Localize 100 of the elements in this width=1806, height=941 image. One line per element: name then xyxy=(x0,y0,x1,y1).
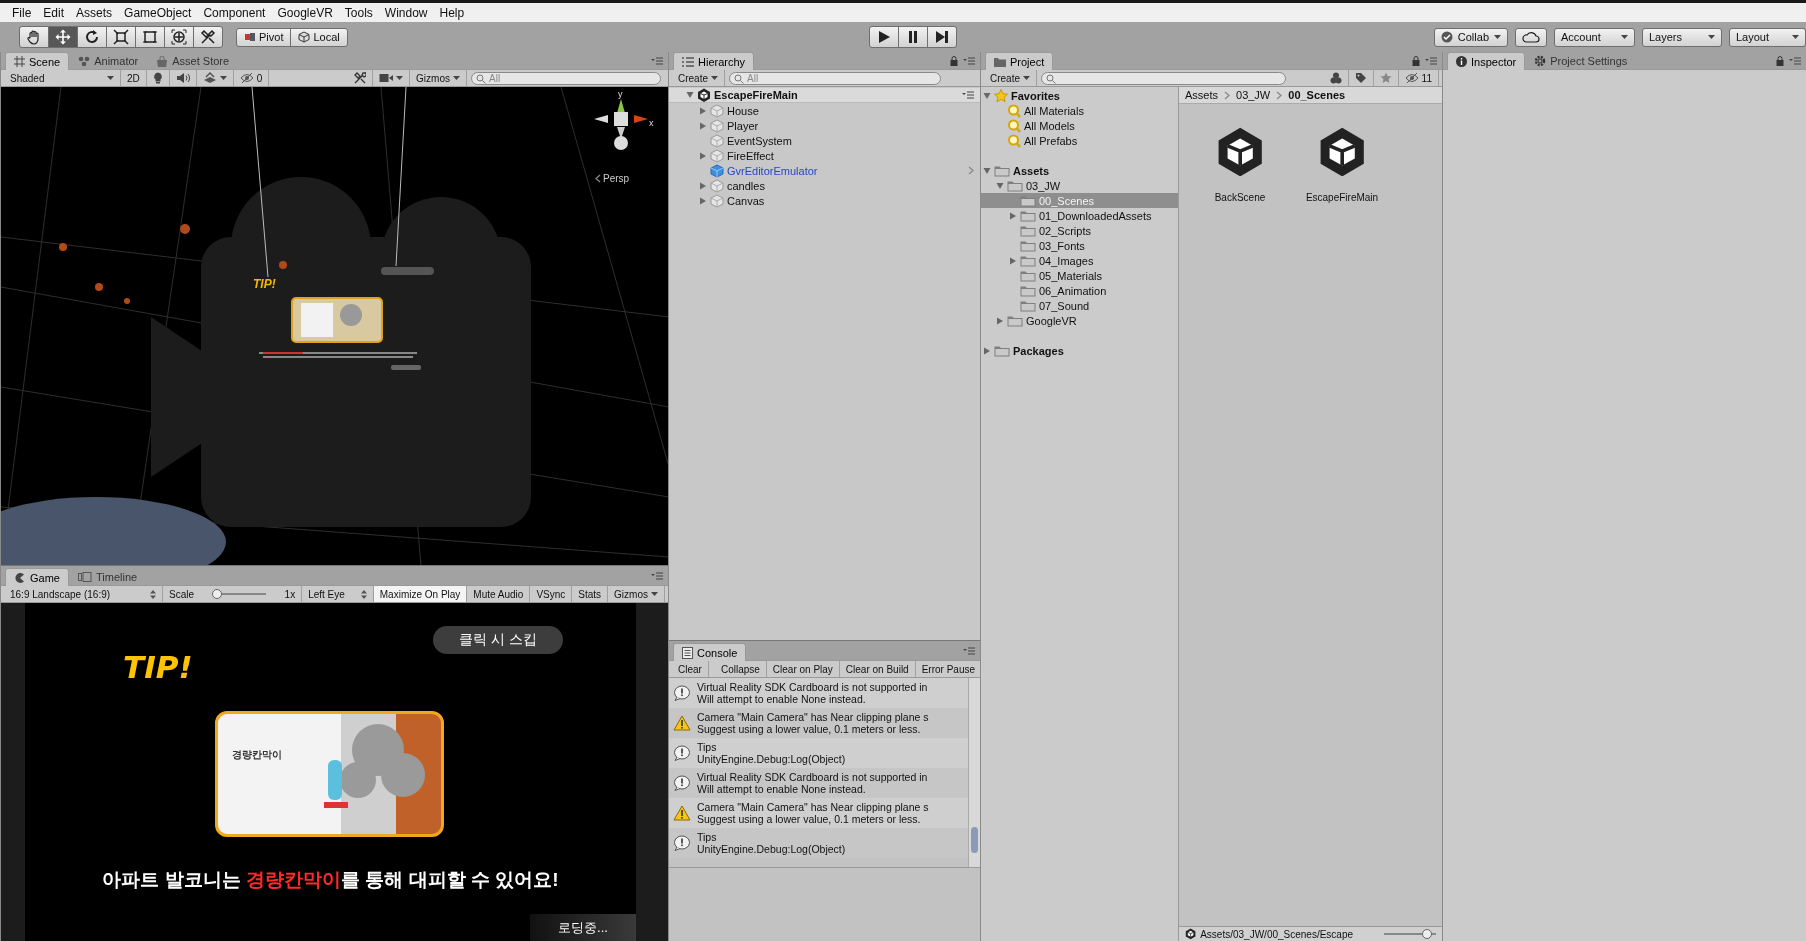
asset-label[interactable]: EscapeFireMain xyxy=(1305,192,1379,204)
menu-item[interactable]: Help xyxy=(433,3,471,22)
tree-item[interactable]: 03_Fonts xyxy=(981,238,1178,253)
create-dropdown[interactable]: Create xyxy=(672,70,725,86)
projection-label[interactable]: Persp xyxy=(603,173,630,184)
collapsed-arrow-icon[interactable] xyxy=(983,346,991,355)
menu-item[interactable]: GoogleVR xyxy=(271,3,339,22)
asset-label[interactable]: BackScene xyxy=(1214,192,1266,204)
tree-item[interactable]: 06_Animation xyxy=(981,283,1178,298)
gizmos-dropdown[interactable]: Gizmos xyxy=(410,70,467,86)
chevron-icon[interactable] xyxy=(968,166,974,175)
menu-item[interactable]: Component xyxy=(197,3,272,22)
slider-thumb[interactable] xyxy=(1421,929,1432,939)
expanded-arrow-icon[interactable] xyxy=(983,166,991,175)
menu-item[interactable]: Tools xyxy=(338,3,379,22)
breadcrumb-item[interactable]: 03_JW xyxy=(1236,89,1271,101)
shading-dropdown[interactable]: Shaded xyxy=(4,70,121,86)
hierarchy-item[interactable]: FireEffect xyxy=(727,149,774,162)
tree-item[interactable]: 07_Sound xyxy=(981,298,1178,313)
slider-thumb[interactable] xyxy=(212,589,223,599)
tree-item[interactable]: 01_DownloadedAssets xyxy=(981,208,1178,223)
console-button[interactable]: Clear on Play xyxy=(766,661,840,677)
hierarchy-item[interactable]: House xyxy=(727,104,759,117)
breadcrumb-item[interactable]: Assets xyxy=(1185,89,1218,101)
panel-tab[interactable]: Inspector xyxy=(1447,52,1526,70)
toolbar-toggle[interactable]: VSync xyxy=(530,586,573,602)
collapsed-arrow-icon[interactable] xyxy=(1009,256,1017,265)
expanded-arrow-icon[interactable] xyxy=(996,181,1004,190)
panel-tab[interactable]: Timeline xyxy=(68,568,147,585)
tree-item[interactable]: 02_Scripts xyxy=(981,223,1178,238)
scale-tool-button[interactable] xyxy=(106,26,136,48)
breadcrumb-item[interactable]: 00_Scenes xyxy=(1288,89,1346,101)
tree-item[interactable]: All Models xyxy=(981,118,1178,133)
hierarchy-item[interactable]: GvrEditorEmulator xyxy=(727,164,818,177)
expanded-arrow-icon[interactable] xyxy=(983,91,991,100)
collapsed-arrow-icon[interactable] xyxy=(699,106,707,115)
tree-item[interactable]: All Materials xyxy=(981,103,1178,118)
collapsed-arrow-icon[interactable] xyxy=(996,316,1004,325)
pause-button[interactable] xyxy=(897,26,928,48)
eye-dropdown[interactable]: Left Eye xyxy=(302,586,374,602)
loading-button[interactable]: 로딩중... xyxy=(530,914,636,941)
transform-tool-button[interactable] xyxy=(164,26,194,48)
console-button[interactable]: Collapse xyxy=(714,661,767,677)
layers-dropdown[interactable]: Layers xyxy=(1642,27,1722,47)
rect-tool-button[interactable] xyxy=(135,26,165,48)
layout-dropdown[interactable]: Layout xyxy=(1729,27,1806,47)
tree-item[interactable]: All Prefabs xyxy=(981,133,1178,148)
menu-item[interactable]: Edit xyxy=(37,3,71,22)
panel-tab[interactable]: Hierarchy xyxy=(673,52,755,70)
tree-item[interactable]: Packages xyxy=(981,343,1178,358)
pivot-button[interactable]: Pivot xyxy=(236,27,292,47)
tree-item[interactable]: GoogleVR xyxy=(981,313,1178,328)
hand-tool-button[interactable] xyxy=(19,26,49,48)
tree-item[interactable]: 05_Materials xyxy=(981,268,1178,283)
tree-item[interactable]: 04_Images xyxy=(981,253,1178,268)
collapsed-arrow-icon[interactable] xyxy=(699,196,707,205)
hierarchy-item[interactable]: EventSystem xyxy=(727,134,792,147)
step-button[interactable] xyxy=(926,26,957,48)
hierarchy-item[interactable]: Canvas xyxy=(727,194,765,207)
search-field[interactable] xyxy=(1041,71,1286,85)
panel-tab[interactable]: Asset Store xyxy=(147,52,239,69)
panel-tab[interactable]: Console xyxy=(673,643,747,661)
panel-tab[interactable]: Game xyxy=(5,568,69,586)
console-button[interactable]: Clear on Build xyxy=(839,661,916,677)
hidden-objects-toggle[interactable]: 0 xyxy=(233,70,270,86)
local-button[interactable]: Local xyxy=(290,27,348,47)
lock-icon[interactable] xyxy=(950,55,958,66)
collapsed-arrow-icon[interactable] xyxy=(699,121,707,130)
menu-item[interactable]: Assets xyxy=(70,3,119,22)
hidden-packages-toggle[interactable]: 11 xyxy=(1398,70,1439,86)
search-field[interactable]: All xyxy=(729,71,941,85)
create-dropdown[interactable]: Create xyxy=(984,70,1037,86)
collapsed-arrow-icon[interactable] xyxy=(699,151,707,160)
toolbar-toggle[interactable]: Stats xyxy=(572,586,609,602)
account-dropdown[interactable]: Account xyxy=(1554,27,1635,47)
tree-item[interactable]: Favorites xyxy=(981,88,1178,103)
custom-tool-button[interactable] xyxy=(193,26,223,48)
rotate-tool-button[interactable] xyxy=(77,26,107,48)
skip-button[interactable]: 클릭 시 스킵 xyxy=(433,626,563,654)
gizmos-dropdown[interactable]: Gizmos xyxy=(608,586,665,602)
move-tool-button[interactable] xyxy=(48,26,78,48)
scene-menu-icon[interactable] xyxy=(962,91,974,99)
toolbar-toggle[interactable]: Maximize On Play xyxy=(373,586,468,602)
menu-item[interactable]: Window xyxy=(378,3,434,22)
hierarchy-item[interactable]: candles xyxy=(727,179,765,192)
toolbar-toggle[interactable]: Mute Audio xyxy=(467,586,531,602)
resolution-dropdown[interactable]: 16:9 Landscape (16:9) xyxy=(4,586,163,602)
panel-tab[interactable]: Animator xyxy=(69,52,148,69)
collab-button[interactable]: Collab xyxy=(1433,27,1508,47)
panel-tab[interactable]: Project Settings xyxy=(1525,52,1637,69)
lock-icon[interactable] xyxy=(1412,55,1420,66)
collapsed-arrow-icon[interactable] xyxy=(1009,211,1017,220)
menu-item[interactable]: File xyxy=(6,3,38,22)
panel-tab[interactable]: Scene xyxy=(5,52,70,70)
cloud-button[interactable] xyxy=(1515,27,1547,47)
2d-toggle[interactable]: 2D xyxy=(121,70,147,86)
panel-tab[interactable]: Project xyxy=(985,52,1054,70)
scrollbar[interactable] xyxy=(968,678,980,867)
hierarchy-item[interactable]: Player xyxy=(727,119,759,132)
collapsed-arrow-icon[interactable] xyxy=(699,181,707,190)
